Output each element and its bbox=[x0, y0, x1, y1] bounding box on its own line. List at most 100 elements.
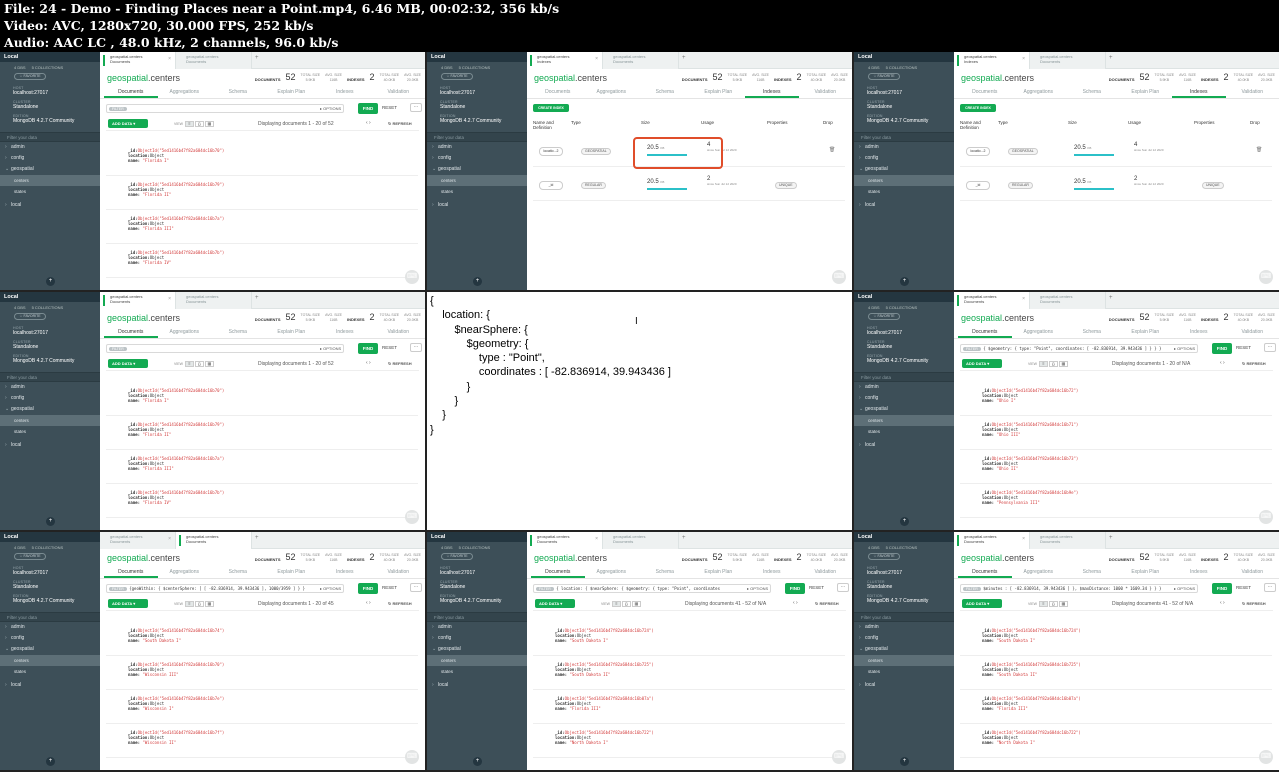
close-icon[interactable]: × bbox=[1022, 296, 1025, 302]
create-database-button[interactable]: + bbox=[46, 757, 55, 766]
pagination-arrows[interactable]: ‹ › bbox=[1220, 600, 1225, 606]
subtab-validation[interactable]: Validation bbox=[799, 86, 853, 98]
options-toggle[interactable]: ▸ OPTIONS bbox=[320, 346, 341, 351]
subtab-explain-plan[interactable]: Explain Plan bbox=[1119, 86, 1173, 98]
document-card[interactable]: _id:ObjectId("5ed1416b47f82a684dc16b725"… bbox=[960, 656, 1272, 690]
json-view-icon[interactable]: {} bbox=[1048, 601, 1058, 607]
subtab-documents[interactable]: Documents bbox=[531, 566, 585, 578]
list-view-icon[interactable]: ≡ bbox=[1038, 601, 1048, 607]
sidebar-db-config[interactable]: › config bbox=[0, 393, 100, 404]
document-card[interactable]: _id:ObjectId("5ed1416b47f82a684dc16b70")… bbox=[106, 142, 418, 176]
document-card[interactable]: _id:ObjectId("5ed1416b47f82a684dc16b73")… bbox=[960, 450, 1272, 484]
sidebar-collection-centers[interactable]: centers bbox=[854, 175, 954, 186]
subtab-explain-plan[interactable]: Explain Plan bbox=[1119, 566, 1173, 578]
subtab-documents[interactable]: Documents bbox=[104, 86, 158, 98]
favorite-button[interactable]: ☆ FAVORITE bbox=[868, 553, 900, 560]
subtab-schema[interactable]: Schema bbox=[211, 326, 265, 338]
new-tab-button[interactable]: + bbox=[679, 532, 691, 548]
sidebar-db-geospatial[interactable]: ⌄ geospatial bbox=[0, 404, 100, 415]
favorite-button[interactable]: ☆ FAVORITE bbox=[441, 553, 473, 560]
add-data-button[interactable]: ADD DATA ▾ bbox=[108, 599, 148, 608]
pagination-arrows[interactable]: ‹ › bbox=[366, 360, 371, 366]
subtab-aggregations[interactable]: Aggregations bbox=[585, 86, 639, 98]
subtab-validation[interactable]: Validation bbox=[799, 566, 853, 578]
sidebar-collection-states[interactable]: states bbox=[0, 426, 100, 437]
list-view-icon[interactable]: ≡ bbox=[1038, 361, 1048, 367]
sidebar-collection-states[interactable]: states bbox=[0, 186, 100, 197]
document-card[interactable]: _id:ObjectId("5ed1416b47f82a684dc16b7f")… bbox=[106, 724, 418, 758]
add-data-button[interactable]: ADD DATA ▾ bbox=[962, 599, 1002, 608]
new-tab-button[interactable]: + bbox=[679, 52, 691, 68]
sidebar-db-config[interactable]: › config bbox=[0, 633, 100, 644]
subtab-schema[interactable]: Schema bbox=[638, 566, 692, 578]
subtab-documents[interactable]: Documents bbox=[104, 566, 158, 578]
col-properties[interactable]: Properties bbox=[1194, 120, 1215, 125]
filter-input[interactable]: FILTER $minutes : [ -82.836914, 39.94343… bbox=[960, 584, 1198, 593]
sidebar-db-admin[interactable]: › admin bbox=[854, 622, 954, 633]
sidebar-filter-input[interactable]: Filter your data bbox=[854, 132, 954, 142]
document-card[interactable]: _id:ObjectId("5ed1416b47f82a684dc16b724"… bbox=[533, 622, 845, 656]
options-toggle[interactable]: ▸ OPTIONS bbox=[747, 586, 768, 591]
filter-input[interactable]: FILTER {geoWithin: { $centerSphere: [ [ … bbox=[106, 584, 344, 593]
sidebar-db-local[interactable]: › local bbox=[427, 200, 527, 211]
sidebar-db-config[interactable]: › config bbox=[854, 393, 954, 404]
find-button[interactable]: FIND bbox=[785, 583, 805, 594]
sidebar-db-admin[interactable]: › admin bbox=[854, 382, 954, 393]
reset-button[interactable]: RESET bbox=[809, 585, 824, 590]
sidebar-filter-input[interactable]: Filter your data bbox=[854, 612, 954, 622]
sidebar-collection-centers[interactable]: centers bbox=[0, 655, 100, 666]
sidebar-filter-input[interactable]: Filter your data bbox=[0, 612, 100, 622]
subtab-indexes[interactable]: Indexes bbox=[1172, 566, 1226, 578]
options-toggle[interactable]: ▸ OPTIONS bbox=[320, 106, 341, 111]
subtab-documents[interactable]: Documents bbox=[531, 86, 585, 98]
tab-collection-2[interactable]: geospatial.centers Documents bbox=[1030, 52, 1106, 69]
col-size[interactable]: Size bbox=[1068, 120, 1077, 125]
add-data-button[interactable]: ADD DATA ▾ bbox=[108, 119, 148, 128]
pagination-arrows[interactable]: ‹ › bbox=[366, 120, 371, 126]
sidebar-collection-states[interactable]: states bbox=[427, 186, 527, 197]
pagination-arrows[interactable]: ‹ › bbox=[1220, 360, 1225, 366]
create-database-button[interactable]: + bbox=[473, 277, 482, 286]
subtab-explain-plan[interactable]: Explain Plan bbox=[1119, 326, 1173, 338]
options-toggle[interactable]: ▸ OPTIONS bbox=[1174, 346, 1195, 351]
sidebar-collection-centers[interactable]: centers bbox=[427, 175, 527, 186]
pagination-arrows[interactable]: ‹ › bbox=[793, 600, 798, 606]
subtab-aggregations[interactable]: Aggregations bbox=[158, 566, 212, 578]
close-icon[interactable]: × bbox=[168, 56, 171, 62]
document-card[interactable]: _id:ObjectId("5ed1416b47f82a684dc16b725"… bbox=[533, 656, 845, 690]
sidebar-db-admin[interactable]: › admin bbox=[427, 622, 527, 633]
subtab-explain-plan[interactable]: Explain Plan bbox=[265, 326, 319, 338]
mongo-shell-icon[interactable]: ⌨ bbox=[405, 510, 419, 524]
trash-icon[interactable]: 🗑 bbox=[829, 147, 835, 153]
create-index-button[interactable]: CREATE INDEX bbox=[533, 104, 569, 112]
sidebar-filter-input[interactable]: Filter your data bbox=[0, 372, 100, 382]
mongo-shell-icon[interactable]: ⌨ bbox=[1259, 750, 1273, 764]
filter-input[interactable]: FILTER { location: { $nearSphere: { $geo… bbox=[533, 584, 771, 593]
favorite-button[interactable]: ☆ FAVORITE bbox=[868, 73, 900, 80]
find-button[interactable]: FIND bbox=[358, 103, 378, 114]
find-button[interactable]: FIND bbox=[358, 343, 378, 354]
tab-collection-2[interactable]: geospatial.centers Documents bbox=[176, 292, 252, 309]
tab-collection-2[interactable]: geospatial.centers Documents bbox=[603, 532, 679, 549]
sidebar-db-geospatial[interactable]: ⌄ geospatial bbox=[0, 164, 100, 175]
find-button[interactable]: FIND bbox=[1212, 343, 1232, 354]
table-view-icon[interactable]: ▦ bbox=[204, 601, 214, 607]
close-icon[interactable]: × bbox=[595, 56, 598, 62]
find-button[interactable]: FIND bbox=[358, 583, 378, 594]
document-card[interactable]: _id:ObjectId("5ed1416b47f82a684dc16b07a"… bbox=[960, 690, 1272, 724]
favorite-button[interactable]: ☆ FAVORITE bbox=[14, 313, 46, 320]
tab-collection-2[interactable]: geospatial.centers Documents bbox=[1030, 292, 1106, 309]
document-card[interactable]: _id:ObjectId("5ed1416b47f82a684dc16b7a")… bbox=[106, 450, 418, 484]
subtab-indexes[interactable]: Indexes bbox=[745, 566, 799, 578]
subtab-aggregations[interactable]: Aggregations bbox=[158, 86, 212, 98]
tab-collection-2[interactable]: geospatial.centers Documents bbox=[176, 532, 252, 549]
close-icon[interactable]: × bbox=[168, 296, 171, 302]
sidebar-collection-centers[interactable]: centers bbox=[854, 655, 954, 666]
subtab-validation[interactable]: Validation bbox=[372, 326, 426, 338]
document-card[interactable]: _id:ObjectId("5ed1416b47f82a684dc16b724"… bbox=[960, 622, 1272, 656]
table-view-icon[interactable]: ▦ bbox=[204, 121, 214, 127]
sidebar-collection-states[interactable]: states bbox=[427, 666, 527, 677]
list-view-icon[interactable]: ≡ bbox=[184, 601, 194, 607]
sidebar-db-config[interactable]: › config bbox=[427, 633, 527, 644]
table-view-icon[interactable]: ▦ bbox=[1058, 361, 1068, 367]
